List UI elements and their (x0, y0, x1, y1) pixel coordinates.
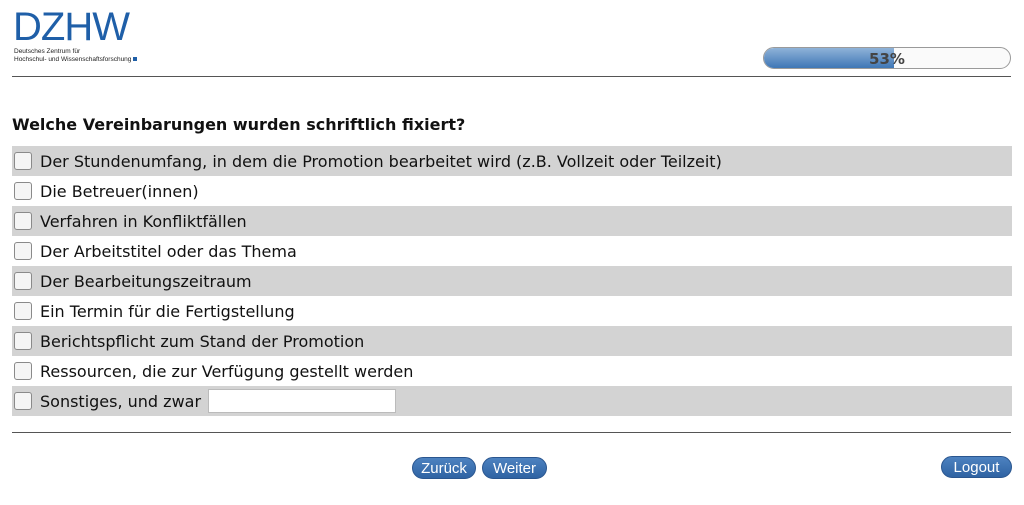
checkbox[interactable] (14, 242, 32, 260)
option-label: Die Betreuer(innen) (40, 181, 199, 201)
checkbox[interactable] (14, 152, 32, 170)
bottom-divider (12, 432, 1011, 433)
option-row[interactable]: Die Betreuer(innen) (12, 176, 1012, 206)
option-row[interactable]: Berichtspflicht zum Stand der Promotion (12, 326, 1012, 356)
option-label: Berichtspflicht zum Stand der Promotion (40, 331, 365, 351)
logo-subtitle-line2: Hochschul- und Wissenschaftsforschung (14, 56, 138, 64)
option-row[interactable]: Der Stundenumfang, in dem die Promotion … (12, 146, 1012, 176)
option-row[interactable]: Ein Termin für die Fertigstellung (12, 296, 1012, 326)
option-row[interactable]: Der Arbeitstitel oder das Thema (12, 236, 1012, 266)
checkbox[interactable] (14, 272, 32, 290)
other-text-input[interactable] (208, 389, 397, 413)
option-label: Verfahren in Konfliktfällen (40, 211, 247, 231)
option-row[interactable]: Der Bearbeitungszeitraum (12, 266, 1012, 296)
progress-bar: 53% (763, 47, 1011, 69)
checkbox[interactable] (14, 212, 32, 230)
back-button[interactable]: Zurück (412, 457, 476, 479)
checkbox[interactable] (14, 332, 32, 350)
checkbox[interactable] (14, 182, 32, 200)
top-divider (12, 76, 1011, 77)
option-label: Der Bearbeitungszeitraum (40, 271, 252, 291)
logo-subtitle-line1: Deutsches Zentrum für (14, 48, 81, 55)
option-row-other[interactable]: Sonstiges, und zwar (12, 386, 1012, 416)
logout-button[interactable]: Logout (941, 456, 1012, 478)
checkbox[interactable] (14, 392, 32, 410)
checkbox[interactable] (14, 302, 32, 320)
option-row[interactable]: Ressourcen, die zur Verfügung gestellt w… (12, 356, 1012, 386)
question-text: Welche Vereinbarungen wurden schriftlich… (12, 115, 466, 134)
options-list: Der Stundenumfang, in dem die Promotion … (12, 146, 1012, 416)
logo-subtitle: Deutsches Zentrum für Hochschul- und Wis… (14, 48, 138, 64)
option-row[interactable]: Verfahren in Konfliktfällen (12, 206, 1012, 236)
checkbox[interactable] (14, 362, 32, 380)
logo-wordmark: DZHW (13, 5, 130, 49)
option-label: Der Arbeitstitel oder das Thema (40, 241, 297, 261)
dzhw-logo: DZHW Deutsches Zentrum für Hochschul- un… (13, 5, 153, 70)
option-label: Sonstiges, und zwar (40, 391, 202, 411)
option-label: Ressourcen, die zur Verfügung gestellt w… (40, 361, 414, 381)
next-button[interactable]: Weiter (482, 457, 547, 479)
option-label: Ein Termin für die Fertigstellung (40, 301, 295, 321)
progress-label: 53% (869, 50, 905, 68)
option-label: Der Stundenumfang, in dem die Promotion … (40, 151, 722, 171)
